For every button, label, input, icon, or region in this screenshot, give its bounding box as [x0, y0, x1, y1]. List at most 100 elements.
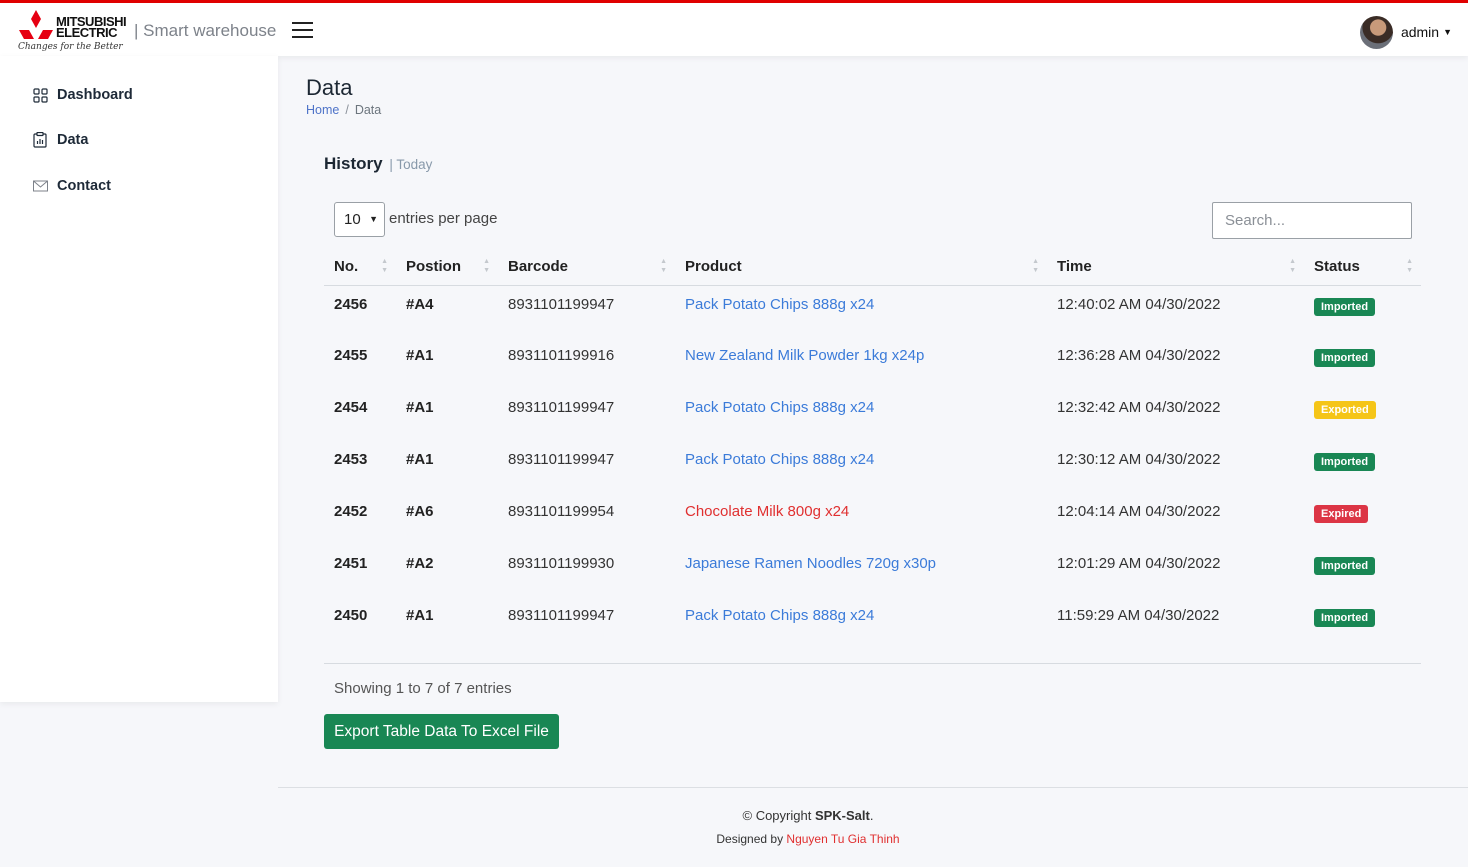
sort-icon: ▲ ▼ [483, 258, 490, 274]
page-title: Data [306, 75, 353, 100]
column-header-position[interactable]: Postion ▲ ▼ [396, 248, 498, 286]
column-header-time[interactable]: Time ▲ ▼ [1047, 248, 1304, 286]
column-header-no[interactable]: No. ▲ ▼ [324, 248, 396, 286]
cell-status: Imported [1304, 545, 1421, 597]
cell-barcode: 8931101199947 [508, 399, 615, 416]
sidebar: Dashboard Data Contact [0, 56, 278, 702]
app-title: | Smart warehouse [134, 21, 277, 40]
cell-time: 12:36:28 AM 04/30/2022 [1057, 347, 1221, 364]
cell-no: 2450 [334, 607, 368, 624]
caret-down-icon: ▼ [1443, 27, 1452, 37]
grid-icon [32, 87, 48, 103]
footer-copyright: © Copyright SPK-Salt. [742, 808, 874, 823]
table-row: 2454 #A1 8931101199947 Pack Potato Chips 88… [324, 389, 1421, 441]
breadcrumb-separator: / [345, 103, 349, 117]
cell-status: Expired [1304, 493, 1421, 545]
search-input[interactable] [1212, 202, 1412, 239]
mitsubishi-logo[interactable]: MITSUBISHI ELECTRIC Changes for the Bett… [18, 8, 130, 54]
cell-time: 12:04:14 AM 04/30/2022 [1057, 503, 1221, 520]
top-navbar: MITSUBISHI ELECTRIC Changes for the Bett… [0, 0, 1468, 56]
product-link[interactable]: Chocolate Milk 800g x24 [685, 503, 849, 520]
cell-status: Imported [1304, 597, 1421, 649]
cell-time: 12:40:02 AM 04/30/2022 [1057, 295, 1221, 313]
cell-no: 2451 [334, 555, 368, 572]
column-header-barcode[interactable]: Barcode ▲ ▼ [498, 248, 675, 286]
cell-position: #A2 [406, 555, 434, 572]
menu-toggle-icon[interactable] [292, 22, 313, 39]
entries-per-page-select[interactable]: 10 ▼ [334, 202, 385, 237]
cell-barcode: 8931101199947 [508, 607, 615, 624]
product-link[interactable]: Pack Potato Chips 888g x24 [685, 296, 874, 313]
sort-icon: ▲ ▼ [1032, 258, 1039, 274]
entries-per-page-label: entries per page [389, 210, 498, 227]
cell-position: #A1 [406, 607, 434, 624]
copyright-name: SPK-Salt [814, 808, 870, 823]
table-row: 2456 #A4 8931101199947 Pack Potato Chips 88… [324, 285, 1421, 337]
column-header-product[interactable]: Product ▲ ▼ [675, 248, 1047, 286]
table-header-row: No. ▲ ▼ Postion ▲ ▼ Barcode ▲ ▼ Product ▲ ▼ Time… [324, 248, 1421, 286]
history-table: No. ▲ ▼ Postion ▲ ▼ Barcode ▲ ▼ Product ▲ ▼ Time… [324, 248, 1421, 649]
cell-no: 2453 [334, 451, 368, 468]
sidebar-item-label: Dashboard [57, 87, 133, 103]
cell-time: 11:59:29 AM 04/30/2022 [1057, 607, 1220, 624]
cell-status: Imported [1304, 337, 1421, 389]
product-link[interactable]: Pack Potato Chips 888g x24 [685, 399, 874, 416]
cell-position: #A1 [406, 399, 434, 416]
table-row: 2450 #A1 8931101199947 Pack Potato Chips 88… [324, 597, 1421, 649]
cell-no: 2456 [334, 295, 368, 313]
table-row: 2453 #A1 8931101199947 Pack Potato Chips 88… [324, 441, 1421, 493]
bar-chart-icon [32, 132, 48, 148]
product-link[interactable]: Japanese Ramen Noodles 720g x30p [685, 555, 936, 572]
sort-icon: ▲ ▼ [1406, 258, 1413, 274]
footer-credits: Designed by Nguyen Tu Gia Thinh [716, 832, 900, 846]
footer-divider [278, 787, 1468, 788]
user-menu[interactable]: admin ▼ [1359, 15, 1452, 49]
status-badge: Imported [1314, 349, 1376, 367]
chevron-down-icon: ▼ [369, 214, 378, 224]
cell-barcode: 8931101199930 [508, 555, 615, 572]
product-link[interactable]: Pack Potato Chips 888g x24 [685, 607, 874, 624]
cell-product: Pack Potato Chips 888g x24 [675, 389, 1047, 441]
cell-product: Pack Potato Chips 888g x24 [675, 441, 1047, 493]
cell-time: 12:32:42 AM 04/30/2022 [1057, 399, 1221, 416]
product-link[interactable]: Pack Potato Chips 888g x24 [685, 451, 874, 468]
table-row: 2451 #A2 8931101199930 Japanese Ramen Noodl… [324, 545, 1421, 597]
status-badge: Imported [1314, 453, 1376, 471]
avatar [1359, 15, 1393, 49]
cell-barcode: 8931101199954 [508, 503, 615, 520]
sidebar-item-dashboard[interactable]: Dashboard [32, 84, 133, 106]
breadcrumb: Home / Data [306, 103, 381, 117]
column-header-status[interactable]: Status ▲ ▼ [1304, 248, 1421, 286]
sidebar-item-contact[interactable]: Contact [32, 175, 111, 197]
cell-product: Pack Potato Chips 888g x24 [675, 285, 1047, 337]
cell-barcode: 8931101199947 [508, 451, 615, 468]
logo-wordmark: MITSUBISHI ELECTRIC [56, 14, 127, 40]
status-badge: Imported [1314, 557, 1376, 575]
designer-link[interactable]: Nguyen Tu Gia Thinh [786, 832, 899, 846]
cell-barcode: 8931101199916 [508, 347, 615, 364]
table-row: 2455 #A1 8931101199916 New Zealand Milk Pow… [324, 337, 1421, 389]
cell-no: 2454 [334, 399, 368, 416]
cell-time: 12:30:12 AM 04/30/2022 [1057, 451, 1221, 468]
breadcrumb-home-link[interactable]: Home [306, 103, 339, 117]
entries-per-page-value: 10 [344, 211, 361, 228]
cell-position: #A6 [406, 503, 434, 520]
status-badge: Imported [1314, 609, 1376, 627]
cell-product: Pack Potato Chips 888g x24 [675, 597, 1047, 649]
cell-barcode: 8931101199947 [508, 295, 615, 313]
three-diamonds-logo-icon [19, 10, 53, 39]
user-name: admin [1400, 24, 1440, 40]
cell-time: 12:01:29 AM 04/30/2022 [1057, 555, 1221, 572]
cell-product: Japanese Ramen Noodles 720g x30p [675, 545, 1047, 597]
export-excel-button[interactable]: Export Table Data To Excel File [324, 714, 559, 749]
cell-status: Exported [1304, 389, 1421, 441]
sidebar-item-data[interactable]: Data [32, 129, 88, 151]
sort-icon: ▲ ▼ [1289, 258, 1296, 274]
breadcrumb-current: Data [354, 103, 382, 117]
status-badge: Expired [1314, 505, 1369, 523]
status-badge: Imported [1314, 297, 1376, 316]
history-card: History | Today 10 ▼ entries per page No… [306, 130, 1440, 770]
table-row: 2452 #A6 8931101199954 Chocolate Milk 800g … [324, 493, 1421, 545]
product-link[interactable]: New Zealand Milk Powder 1kg x24p [685, 347, 924, 364]
table-info: Showing 1 to 7 of 7 entries [334, 680, 512, 697]
